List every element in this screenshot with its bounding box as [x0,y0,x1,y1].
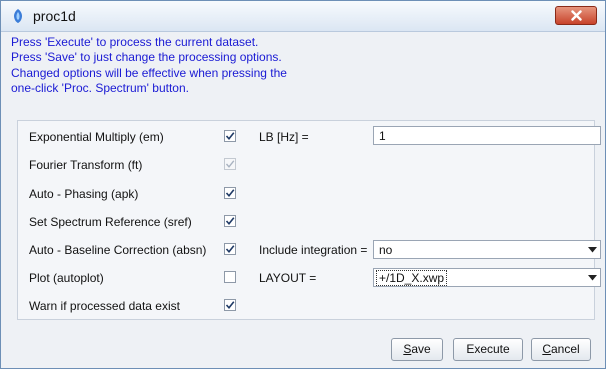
checkbox-warn[interactable] [224,299,236,311]
checkbox-apk[interactable] [224,187,236,199]
info-line: one-click 'Proc. Spectrum' button. [11,80,189,95]
checkbox-em[interactable] [224,130,236,142]
info-line: Press 'Execute' to process the current d… [11,35,259,49]
option-label-absn: Auto - Baseline Correction (absn) [29,243,207,257]
include-integration-value: no [379,243,393,257]
checkbox-absn[interactable] [224,243,236,255]
info-line: Press 'Save' to just change the processi… [11,50,282,65]
option-label-warn: Warn if processed data exist [29,299,180,313]
layout-select[interactable]: +/1D_X.xwp [373,268,601,287]
options-panel: Exponential Multiply (em) LB [Hz] = Four… [17,120,601,320]
execute-button[interactable]: Execute [453,338,523,361]
app-logo-icon [10,8,26,24]
chevron-down-icon [588,247,597,253]
lb-label: LB [Hz] = [259,130,309,144]
include-integration-select[interactable]: no [373,240,601,259]
checkmark-icon [225,217,235,226]
chevron-down-icon [588,275,597,281]
option-label-autoplot: Plot (autoplot) [29,271,104,285]
checkmark-icon [225,245,235,254]
checkbox-ft [224,158,236,170]
window-title: proc1d [33,8,76,24]
info-line: Changed options will be effective when p… [11,65,287,80]
option-label-em: Exponential Multiply (em) [29,130,164,144]
option-label-sref: Set Spectrum Reference (sref) [29,215,192,229]
checkbox-sref[interactable] [224,215,236,227]
save-button[interactable]: Save [391,338,443,361]
lb-input[interactable] [373,126,601,145]
title-bar[interactable]: proc1d [1,1,605,32]
dialog-window: proc1d Press 'Execute' to process the cu… [0,0,606,369]
include-integration-label: Include integration = [259,243,368,257]
checkmark-icon [225,132,235,141]
checkbox-autoplot[interactable] [224,271,236,283]
layout-label: LAYOUT = [259,271,317,285]
checkmark-icon [225,160,235,168]
checkmark-icon [225,301,235,310]
close-button[interactable] [555,6,597,25]
checkmark-icon [225,189,235,198]
cancel-button[interactable]: Cancel [531,338,591,361]
option-label-apk: Auto - Phasing (apk) [29,187,139,201]
layout-value: +/1D_X.xwp [375,270,448,286]
dialog-content: Press 'Execute' to process the current d… [2,32,605,367]
info-text: Press 'Execute' to process the current d… [11,35,287,96]
option-label-ft: Fourier Transform (ft) [29,158,143,172]
close-icon [571,10,582,21]
